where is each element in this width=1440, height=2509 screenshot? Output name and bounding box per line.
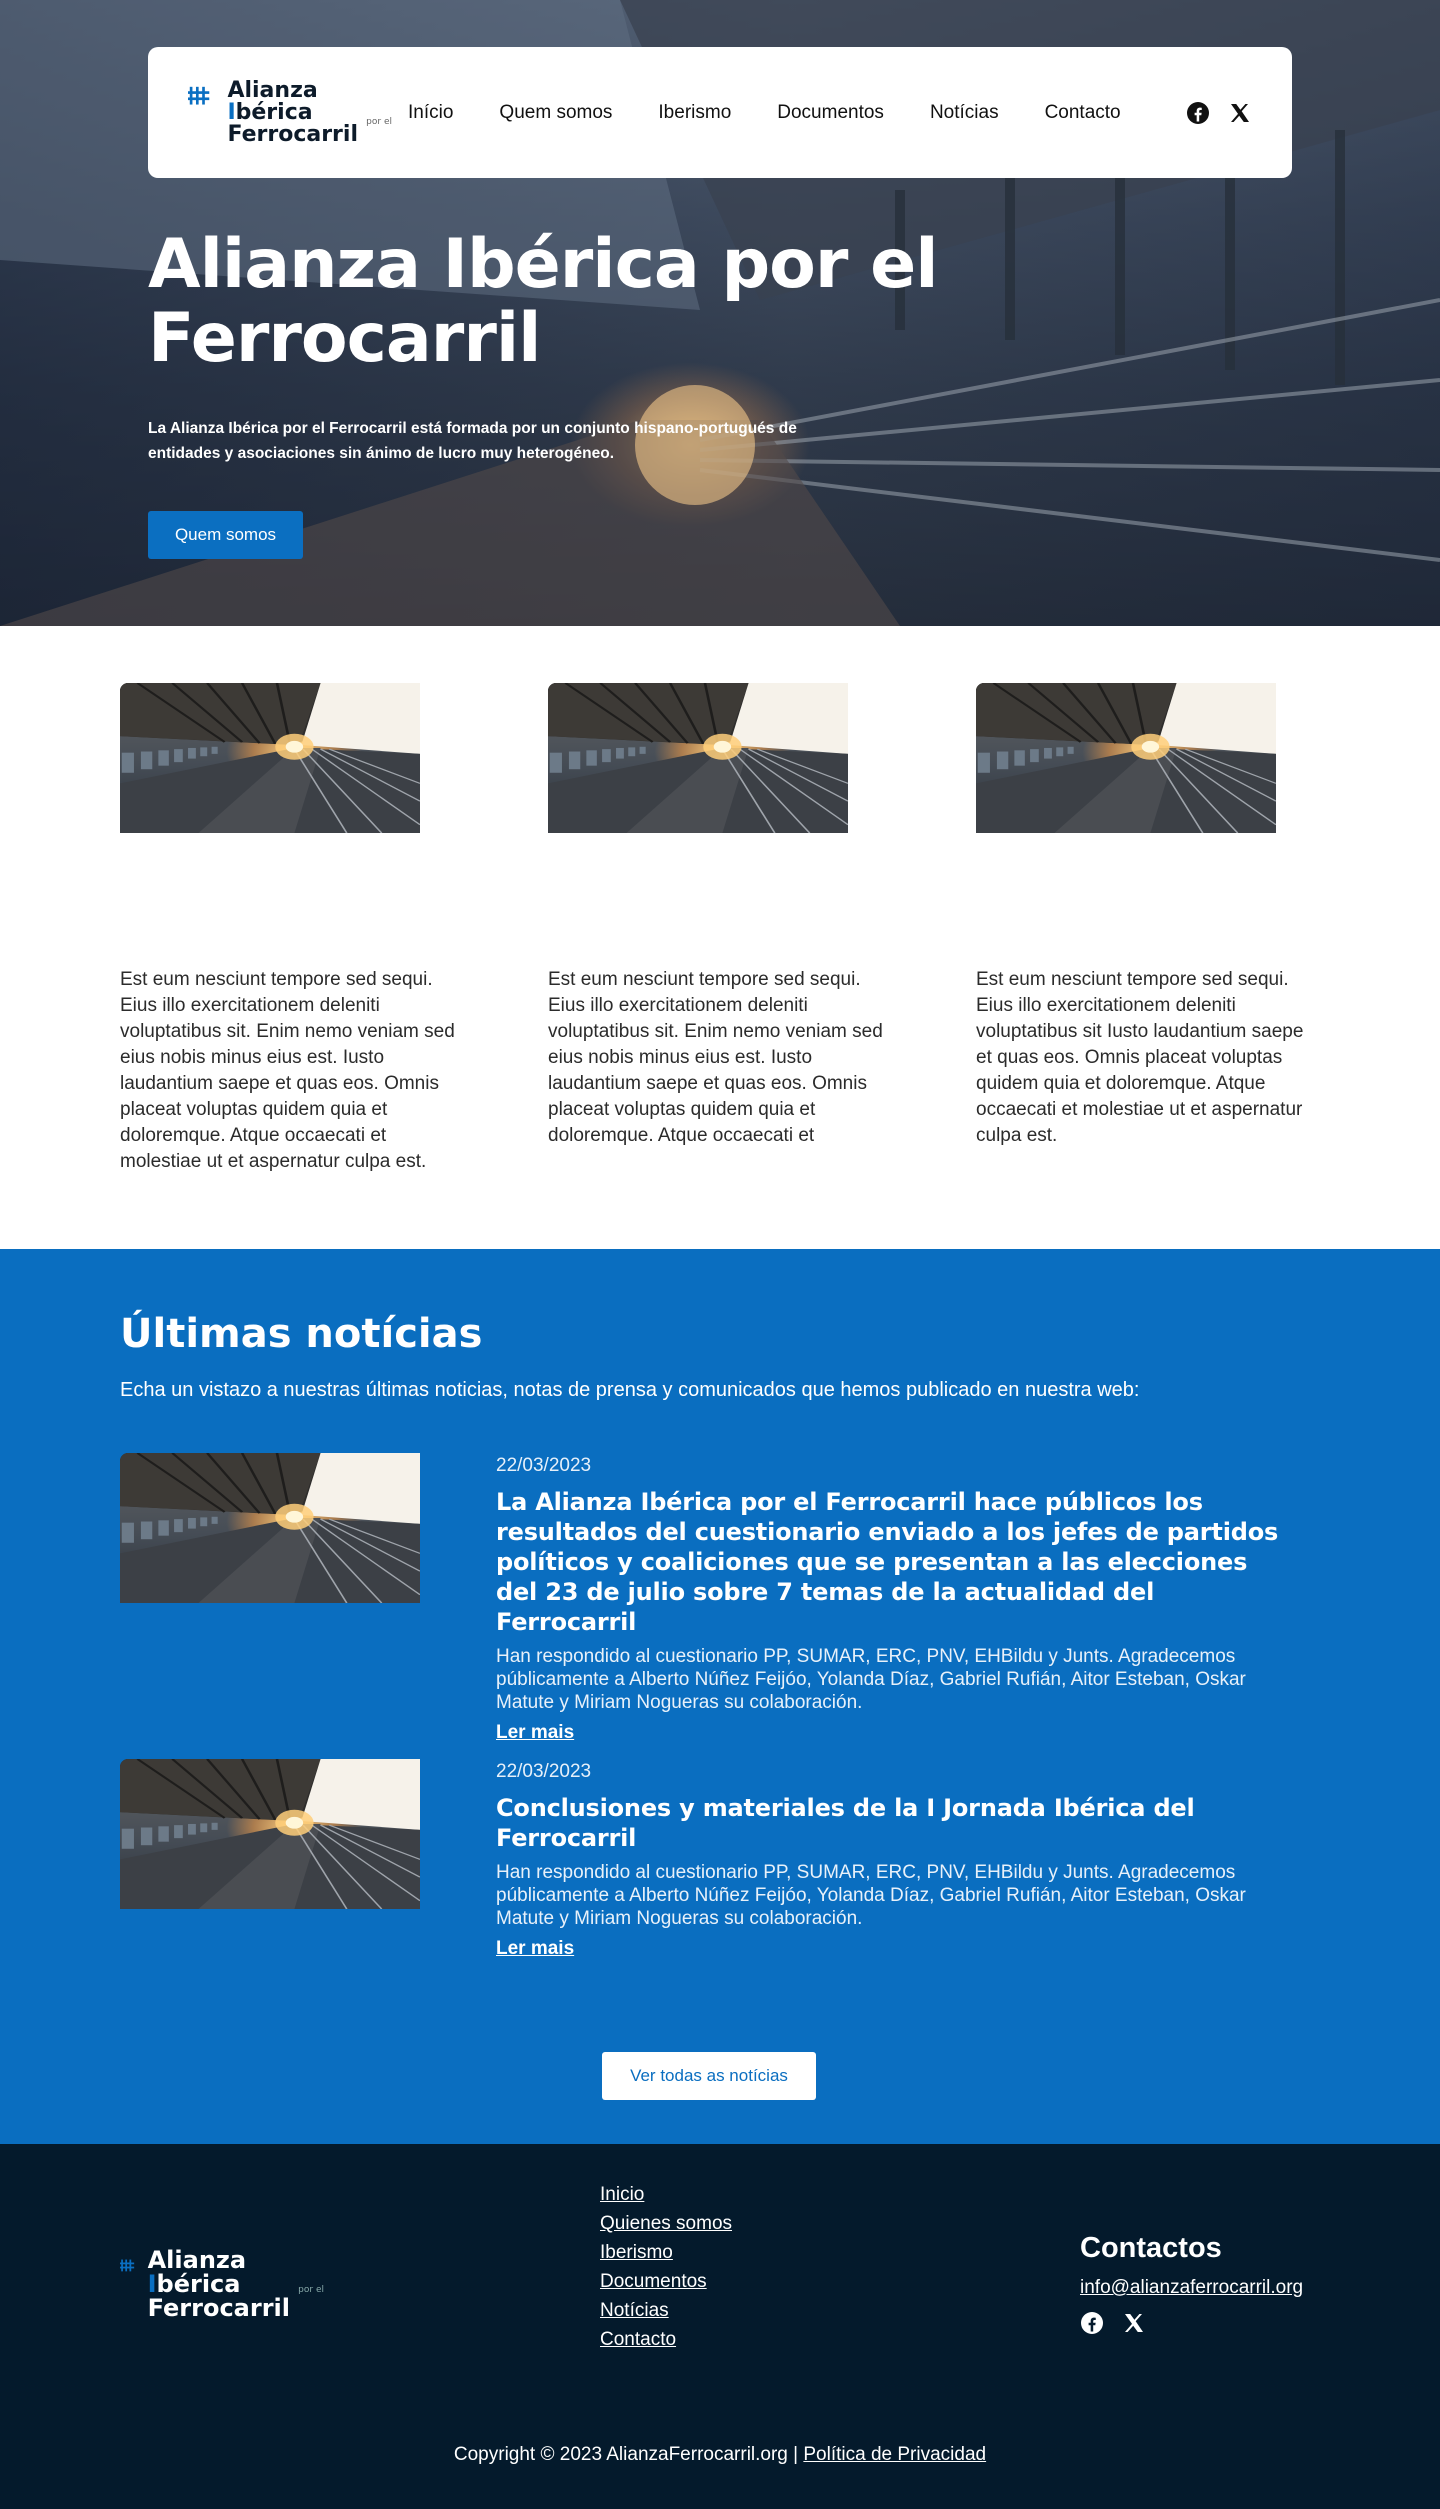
nav-item-documentos[interactable]: Documentos (777, 102, 884, 124)
logo-rails-icon (120, 2250, 144, 2288)
card-image[interactable]: Más e mejor ferrocarriles (976, 683, 1320, 937)
logo-text: Alianza Ibérica Ferrocarril por el (227, 77, 392, 147)
read-more-link[interactable]: Ler mais (496, 1938, 574, 1960)
x-twitter-icon[interactable] (1122, 2311, 1146, 2335)
x-twitter-icon[interactable] (1228, 101, 1252, 125)
feature-card[interactable]: Más e mejor ferrocarriles Est eum nesciu… (976, 683, 1320, 1149)
logo-text: Alianza Ibérica Ferrocarril por el (147, 2246, 324, 2322)
contact-title: Contactos (1080, 2232, 1222, 2264)
news-summary: Han respondido al cuestionario PP, SUMAR… (496, 1646, 1246, 1713)
card-title: Más e mejor ferrocarriles (1039, 850, 1257, 924)
nav-item-noticias[interactable]: Notícias (930, 102, 999, 124)
footer-link-contacto[interactable]: Contacto (600, 2329, 676, 2350)
news-section-title: Últimas notícias (120, 1311, 483, 1357)
feature-card[interactable]: Más e mejor ferrocarriles Est eum nesciu… (120, 683, 464, 1175)
nav-item-inicio[interactable]: Início (408, 102, 453, 124)
train-station-photo (120, 683, 420, 833)
main-nav: Início Quem somos Iberismo Documentos No… (408, 102, 1121, 124)
site-logo[interactable]: Alianza Ibérica Ferrocarril por el (188, 77, 392, 147)
news-date: 22/03/2023 (496, 1455, 592, 1476)
card-text: Est eum nesciunt tempore sed sequi. Eius… (976, 969, 1304, 1146)
card-image[interactable]: Más e mejor ferrocarriles (120, 683, 464, 937)
nav-item-quem-somos[interactable]: Quem somos (499, 102, 612, 124)
privacy-policy-link[interactable]: Política de Privacidad (803, 2444, 986, 2465)
logo-rails-icon (188, 82, 223, 120)
copyright-text: Copyright © 2023 AlianzaFerrocarril.org … (453, 2444, 799, 2465)
footer-contact: Contactos info@alianzaferrocarril.org (1080, 2232, 1303, 2335)
footer-link-quienes-somos[interactable]: Quienes somos (600, 2213, 732, 2234)
news-headline[interactable]: Conclusiones y materiales de la I Jornad… (496, 1793, 1296, 1853)
news-body: 22/03/2023 Conclusiones y materiales de … (496, 1759, 1296, 1960)
nav-social-links (1186, 101, 1252, 125)
news-section: Últimas notícias Echa un vistazo a nuest… (0, 1249, 1440, 2144)
site-footer: Alianza Ibérica Ferrocarril por el Inici… (0, 2144, 1440, 2509)
nav-item-contacto[interactable]: Contacto (1045, 102, 1121, 124)
news-summary: Han respondido al cuestionario PP, SUMAR… (496, 1862, 1246, 1929)
news-image[interactable] (120, 1453, 464, 1707)
top-navbar: Alianza Ibérica Ferrocarril por el Iníci… (148, 47, 1292, 178)
nav-item-iberismo[interactable]: Iberismo (658, 102, 731, 124)
news-intro: Echa un vistazo a nuestras últimas notic… (120, 1379, 1140, 1401)
hero-title: Alianza Ibérica por el Ferrocarril (148, 225, 939, 378)
facebook-icon[interactable] (1186, 101, 1210, 125)
contact-email-link[interactable]: info@alianzaferrocarril.org (1080, 2277, 1303, 2298)
footer-link-inicio[interactable]: Inicio (600, 2184, 644, 2205)
train-station-photo (548, 683, 848, 833)
card-title: Más e mejor ferrocarriles (183, 850, 401, 924)
hero-quem-somos-button[interactable]: Quem somos (148, 511, 303, 559)
footer-logo[interactable]: Alianza Ibérica Ferrocarril por el (120, 2246, 324, 2322)
news-item: 22/03/2023 La Alianza Ibérica por el Fer… (120, 1453, 1320, 1743)
facebook-icon[interactable] (1080, 2311, 1104, 2335)
hero-section: Alianza Ibérica Ferrocarril por el Iníci… (0, 0, 1440, 626)
card-text: Est eum nesciunt tempore sed sequi. Eius… (120, 969, 455, 1172)
view-all-news-button[interactable]: Ver todas as notícias (602, 2052, 816, 2100)
copyright: Copyright © 2023 AlianzaFerrocarril.org … (0, 2444, 1440, 2466)
footer-links: Inicio Quienes somos Iberismo Documentos… (600, 2184, 732, 2358)
card-image[interactable]: Más e mejor ferrocarriles (548, 683, 892, 937)
news-item: 22/03/2023 Conclusiones y materiales de … (120, 1759, 1320, 2024)
train-station-photo (120, 1759, 420, 1909)
train-station-photo (976, 683, 1276, 833)
feature-card[interactable]: Más e mejor ferrocarriles Est eum nesciu… (548, 683, 892, 1149)
news-headline[interactable]: La Alianza Ibérica por el Ferrocarril ha… (496, 1487, 1296, 1637)
footer-social-links (1080, 2311, 1303, 2335)
footer-link-documentos[interactable]: Documentos (600, 2271, 707, 2292)
news-body: 22/03/2023 La Alianza Ibérica por el Fer… (496, 1453, 1296, 1744)
news-date: 22/03/2023 (496, 1761, 592, 1782)
feature-cards: Más e mejor ferrocarriles Est eum nesciu… (120, 683, 1320, 1203)
read-more-link[interactable]: Ler mais (496, 1722, 574, 1744)
train-station-photo (120, 1453, 420, 1603)
footer-link-noticias[interactable]: Notícias (600, 2300, 669, 2321)
footer-link-iberismo[interactable]: Iberismo (600, 2242, 673, 2263)
card-text: Est eum nesciunt tempore sed sequi. Eius… (548, 969, 883, 1146)
hero-description: La Alianza Ibérica por el Ferrocarril es… (148, 420, 797, 462)
card-title: Más e mejor ferrocarriles (611, 850, 829, 924)
news-image[interactable] (120, 1759, 464, 2013)
